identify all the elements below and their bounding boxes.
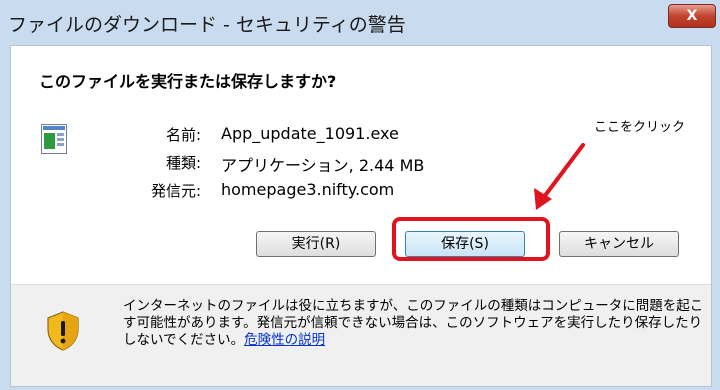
click-here-annotation: ここをクリック: [594, 120, 686, 135]
security-warning-text: インターネットのファイルは役に立ちますが、このファイルの種類はコンピュータに問題…: [123, 298, 708, 349]
dialog-question: このファイルを実行または保存しますか?: [39, 72, 337, 91]
dialog-body: このファイルを実行または保存しますか? 名前: App_update_1091.…: [10, 45, 712, 387]
cancel-button[interactable]: キャンセル: [559, 231, 679, 257]
warning-message: インターネットのファイルは役に立ちますが、このファイルの種類はコンピュータに問題…: [123, 298, 704, 348]
file-name: App_update_1091.exe: [221, 124, 399, 143]
file-source: homepage3.nifty.com: [221, 180, 395, 199]
file-type: アプリケーション, 2.44 MB: [221, 156, 425, 175]
type-label: 種類:: [165, 154, 201, 172]
save-button-highlight: [392, 217, 550, 261]
run-button[interactable]: 実行(R): [256, 231, 376, 257]
window-title: ファイルのダウンロード - セキュリティの警告: [8, 14, 406, 36]
risk-explanation-link[interactable]: 危険性の説明: [244, 332, 325, 348]
name-label: 名前:: [165, 126, 201, 144]
shield-warning-icon: [47, 311, 79, 351]
download-security-dialog: ファイルのダウンロード - セキュリティの警告 X このファイルを実行または保存…: [0, 0, 720, 390]
application-window-icon: [41, 124, 67, 154]
from-label: 発信元:: [150, 182, 201, 200]
title-bar[interactable]: ファイルのダウンロード - セキュリティの警告 X: [0, 0, 720, 44]
close-button[interactable]: X: [668, 4, 716, 28]
